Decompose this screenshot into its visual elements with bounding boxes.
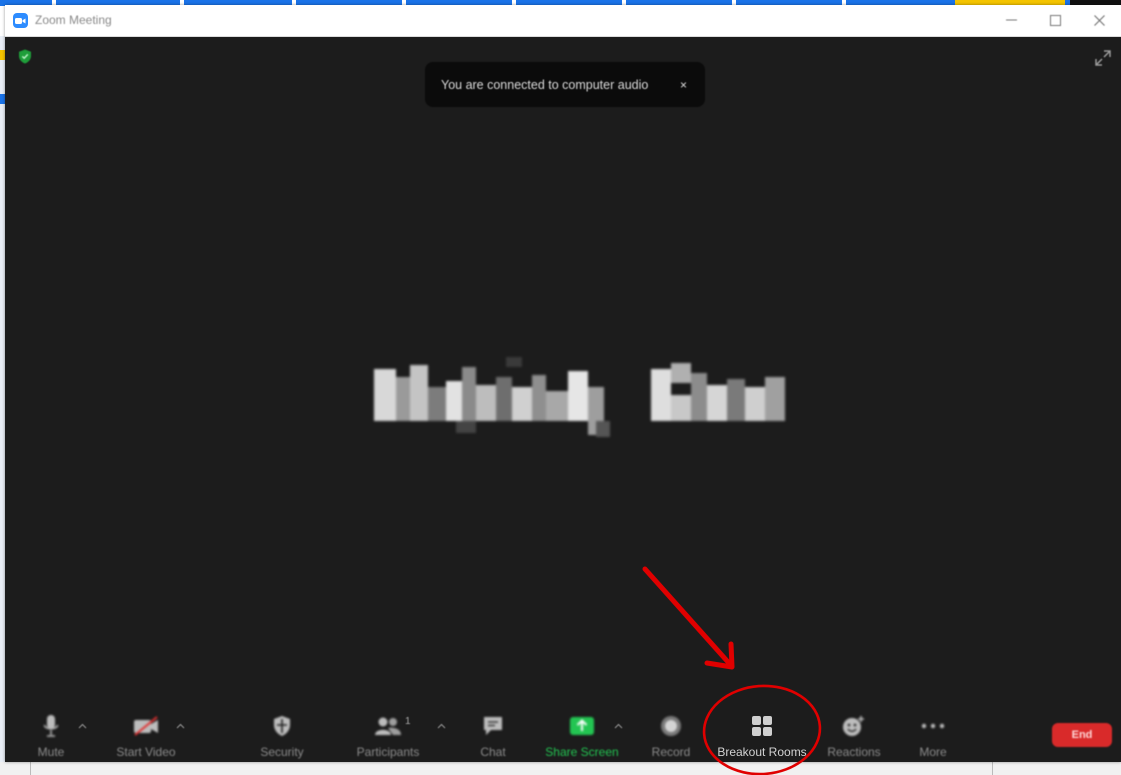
meeting-stage: You are connected to computer audio × Mu… [5,37,1121,762]
background-bottom-edge [0,762,1121,775]
share-up-arrow-icon [569,713,595,739]
minimize-icon[interactable] [989,7,1033,33]
mute-label: Mute [37,745,65,759]
toast-close-icon[interactable]: × [680,78,687,92]
chat-bubble-icon [482,713,504,739]
video-off-icon [132,713,160,739]
shield-icon [272,713,292,739]
share-options-caret-icon[interactable] [614,721,624,729]
maximize-icon[interactable] [1033,7,1077,33]
title-bar: Zoom Meeting [5,5,1121,37]
record-label: Record [651,745,691,759]
window-title: Zoom Meeting [35,13,112,27]
meeting-toolbar: Mute Start Video Security Participants 1… [5,705,1121,762]
audio-connected-toast: You are connected to computer audio × [425,62,705,107]
share-screen-button[interactable]: Share Screen [543,705,621,762]
security-button[interactable]: Security [255,705,309,762]
participants-button[interactable]: Participants [353,705,423,762]
participants-label: Participants [356,745,420,759]
grid-icon [751,713,773,739]
start-video-button[interactable]: Start Video [111,705,181,762]
people-icon [374,713,402,739]
breakout-rooms-button[interactable]: Breakout Rooms [715,705,809,762]
mute-button[interactable]: Mute [33,705,69,762]
security-label: Security [260,745,304,759]
toast-message: You are connected to computer audio [441,77,649,92]
zoom-meeting-window: Zoom Meeting You are connected to comput… [5,5,1121,762]
microphone-icon [43,713,59,739]
participant-name-pixelated [366,357,790,452]
close-icon[interactable] [1077,7,1121,33]
breakout-rooms-label: Breakout Rooms [717,745,807,759]
ellipsis-icon [921,713,945,739]
participant-count-badge: 1 [405,716,411,727]
video-options-caret-icon[interactable] [176,721,186,729]
encryption-shield-icon[interactable] [18,49,32,64]
start-video-label: Start Video [116,745,176,759]
zoom-app-icon [13,13,28,28]
participants-options-caret-icon[interactable] [437,721,447,729]
record-icon [660,713,682,739]
more-button[interactable]: More [913,705,953,762]
mute-options-caret-icon[interactable] [78,721,88,729]
end-meeting-button[interactable]: End [1052,723,1112,747]
reactions-button[interactable]: Reactions [825,705,883,762]
record-button[interactable]: Record [649,705,693,762]
emoji-add-icon [842,713,866,739]
chat-label: Chat [480,745,506,759]
reactions-label: Reactions [827,745,881,759]
chat-button[interactable]: Chat [475,705,511,762]
fullscreen-icon[interactable] [1095,50,1111,66]
share-screen-label: Share Screen [545,745,619,759]
more-label: More [919,745,947,759]
